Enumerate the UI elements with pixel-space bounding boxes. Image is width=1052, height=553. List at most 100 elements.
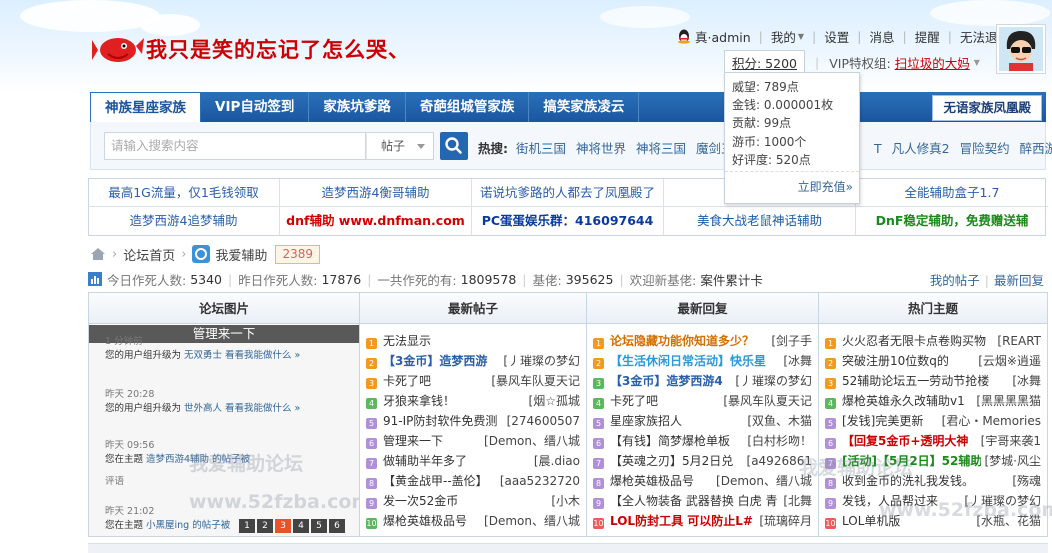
topic-author[interactable]: [双鱼、木猫: [743, 411, 812, 431]
feed-more[interactable]: 的帖子被: [192, 520, 230, 531]
feed-more[interactable]: 看看我能做什么 »: [225, 403, 300, 414]
hot-term[interactable]: 街机三国: [516, 141, 566, 156]
list-item[interactable]: 1 论坛隐藏功能你知道多少？ [剑子手: [587, 331, 818, 351]
list-item[interactable]: 3 52辅助论坛五一劳动节抢楼 [冰舞: [819, 371, 1047, 391]
topic-title[interactable]: 论坛隐藏功能你知道多少？: [610, 334, 754, 348]
list-item[interactable]: 9 【全人物装备 武器替换 白虎 青 [北舞: [587, 491, 818, 511]
topic-author[interactable]: [Demon、缙八城: [480, 431, 580, 451]
topic-author[interactable]: [暴风车队夏天记: [719, 391, 812, 411]
settings-link[interactable]: 设置: [824, 27, 849, 46]
newest-member-link[interactable]: 案件累计卡: [700, 270, 763, 289]
hot-term[interactable]: T: [874, 141, 882, 156]
topic-author[interactable]: [冰舞: [1008, 371, 1041, 391]
topic-title[interactable]: 管理来一下: [383, 434, 443, 448]
topic-author[interactable]: [丿璀璨の梦幻: [499, 351, 580, 371]
nav-phoenix-palace[interactable]: 无语家族凤凰殿: [932, 95, 1042, 121]
site-logo[interactable]: 我只是笑的忘记了怎么哭、: [92, 28, 412, 74]
messages-link[interactable]: 消息: [869, 27, 894, 46]
topic-author[interactable]: [REART: [993, 331, 1041, 351]
topic-title[interactable]: 突破注册10位数q的: [842, 354, 949, 368]
list-item[interactable]: 7 做辅助半年多了 [晨.diao: [360, 451, 586, 471]
topic-author[interactable]: [晨.diao: [529, 451, 580, 471]
topic-title[interactable]: 卡死了吧: [610, 394, 658, 408]
topic-title[interactable]: 爆枪英雄极品号: [383, 514, 467, 528]
list-item[interactable]: 7 【英魂之刃】5月2日兑 [a4926861: [587, 451, 818, 471]
pager-page[interactable]: 5: [311, 519, 327, 533]
ad-link[interactable]: 造梦西游4衡哥辅助: [280, 179, 472, 207]
topic-title[interactable]: 火火忍者无限卡点卷购买物: [842, 334, 986, 348]
topic-author[interactable]: [宇哥来袭1: [976, 431, 1041, 451]
list-item[interactable]: 3 卡死了吧 [暴风车队夏天记: [360, 371, 586, 391]
topic-author[interactable]: [殇魂: [1008, 471, 1041, 491]
vip-group-link[interactable]: 扫垃圾的大妈: [895, 56, 970, 71]
topic-author[interactable]: [云烟※逍遥: [974, 351, 1041, 371]
topic-title[interactable]: 星座家族招人: [610, 414, 682, 428]
hot-term[interactable]: 凡人修真2: [892, 141, 950, 156]
list-item[interactable]: 9 发一次52金币 [小木: [360, 491, 586, 511]
ad-link[interactable]: dnf辅助 www.dnfman.com: [280, 207, 472, 235]
list-item[interactable]: 2 【生活休闲日常活动】快乐星 [冰舞: [587, 351, 818, 371]
topic-author[interactable]: [黑黑黑黑猫: [972, 391, 1041, 411]
topic-author[interactable]: [丿璀璨の梦幻: [731, 371, 812, 391]
list-item[interactable]: 2 【3金币】造梦西游 [丿璀璨の梦幻: [360, 351, 586, 371]
latest-reply-link[interactable]: 最新回复: [994, 273, 1044, 288]
my-posts-link[interactable]: 我的帖子: [930, 273, 980, 288]
topic-title[interactable]: 【有钱】简梦爆枪单板: [610, 434, 730, 448]
list-item[interactable]: 8 爆枪英雄极品号 [Demon、缙八城: [587, 471, 818, 491]
topic-title[interactable]: 牙狼来拿钱！: [383, 394, 455, 408]
list-item[interactable]: 10 LOL防封工具 可以防止L# [琉璃碎月: [587, 511, 818, 531]
ad-link[interactable]: 诺说坑爹路的人都去了凤凰殿了: [472, 179, 664, 207]
pager-page[interactable]: 3: [275, 519, 291, 533]
search-button[interactable]: [440, 132, 468, 160]
topic-title[interactable]: LOL防封工具 可以防止L#: [610, 514, 753, 528]
list-item[interactable]: 8 【黄金战甲--盖伦】 [aaa5232720: [360, 471, 586, 491]
breadcrumb-section[interactable]: 我爱辅助: [215, 245, 267, 264]
topic-title[interactable]: 【回复5金币+透明大神: [842, 434, 968, 448]
pager-page[interactable]: 4: [293, 519, 309, 533]
hot-term[interactable]: 神将三国: [636, 141, 686, 156]
topic-author[interactable]: [琉璃碎月: [755, 511, 812, 531]
nav-tab-family-road[interactable]: 家族坑爹路: [309, 92, 406, 122]
qq-penguin-icon[interactable]: [677, 29, 691, 44]
list-item[interactable]: 1 无法显示: [360, 331, 586, 351]
ad-link[interactable]: PC蛋蛋娱乐群：416097644: [472, 207, 664, 235]
topic-author[interactable]: [冰舞: [779, 351, 812, 371]
feed-link[interactable]: 世外高人: [184, 403, 222, 414]
nav-tab-constellation[interactable]: 神族星座家族: [90, 92, 201, 122]
topic-author[interactable]: [君心・Memories: [937, 411, 1041, 431]
list-item[interactable]: 10 爆枪英雄极品号 [Demon、缙八城: [360, 511, 586, 531]
topic-title[interactable]: 91-IP防封软件免费测: [383, 414, 497, 428]
list-item[interactable]: 6 【有钱】简梦爆枪单板 [白村杉吻！: [587, 431, 818, 451]
picture-slider[interactable]: 管理来一下 1 分钟前 您的用户组升级为 无双勇士 看看我能做什么 » 昨天 20:28…: [89, 325, 359, 536]
hot-term[interactable]: 神将世界: [576, 141, 626, 156]
topic-title[interactable]: 【3金币】造梦西游4: [610, 374, 723, 388]
list-item[interactable]: 5 [发钱]完美更新 [君心・Memories: [819, 411, 1047, 431]
breadcrumb-forum-home[interactable]: 论坛首页: [123, 245, 175, 264]
topic-title[interactable]: 【全人物装备 武器替换 白虎 青: [610, 494, 777, 508]
points-dropdown[interactable]: 积分: 5200: [724, 50, 805, 74]
list-item[interactable]: 5 星座家族招人 [双鱼、木猫: [587, 411, 818, 431]
topic-author[interactable]: [小木: [547, 491, 580, 511]
list-item[interactable]: 4 卡死了吧 [暴风车队夏天记: [587, 391, 818, 411]
ad-link[interactable]: 造梦西游4追梦辅助: [88, 207, 280, 235]
search-input[interactable]: 请输入搜索内容: [104, 132, 366, 160]
topic-author[interactable]: [北舞: [779, 491, 812, 511]
reminders-link[interactable]: 提醒: [915, 27, 940, 46]
list-item[interactable]: 2 突破注册10位数q的 [云烟※逍遥: [819, 351, 1047, 371]
topic-author[interactable]: [烟☆孤城: [524, 391, 580, 411]
topic-title[interactable]: 发一次52金币: [383, 494, 458, 508]
topic-title[interactable]: 做辅助半年多了: [383, 454, 467, 468]
ad-link[interactable]: 全能辅助盒子1.7: [856, 179, 1048, 207]
topic-title[interactable]: 【3金币】造梦西游: [383, 354, 487, 368]
topic-title[interactable]: 【生活休闲日常活动】快乐星: [610, 354, 766, 368]
list-item[interactable]: 6 管理来一下 [Demon、缙八城: [360, 431, 586, 451]
ad-link[interactable]: DnF稳定辅助，免费赠送辅: [856, 207, 1048, 235]
home-icon[interactable]: [90, 247, 106, 261]
username-link[interactable]: 真·admin: [695, 27, 751, 46]
feed-more[interactable]: 看看我能做什么 »: [225, 350, 300, 361]
my-menu-link[interactable]: 我的: [771, 27, 796, 46]
topic-title[interactable]: 爆枪英雄永久改辅助v1: [842, 394, 965, 408]
hot-term[interactable]: 醉西游: [1020, 141, 1052, 156]
topic-title[interactable]: 52辅助论坛五一劳动节抢楼: [842, 374, 989, 388]
nav-tab-vip-signin[interactable]: VIP自动签到: [201, 92, 310, 122]
